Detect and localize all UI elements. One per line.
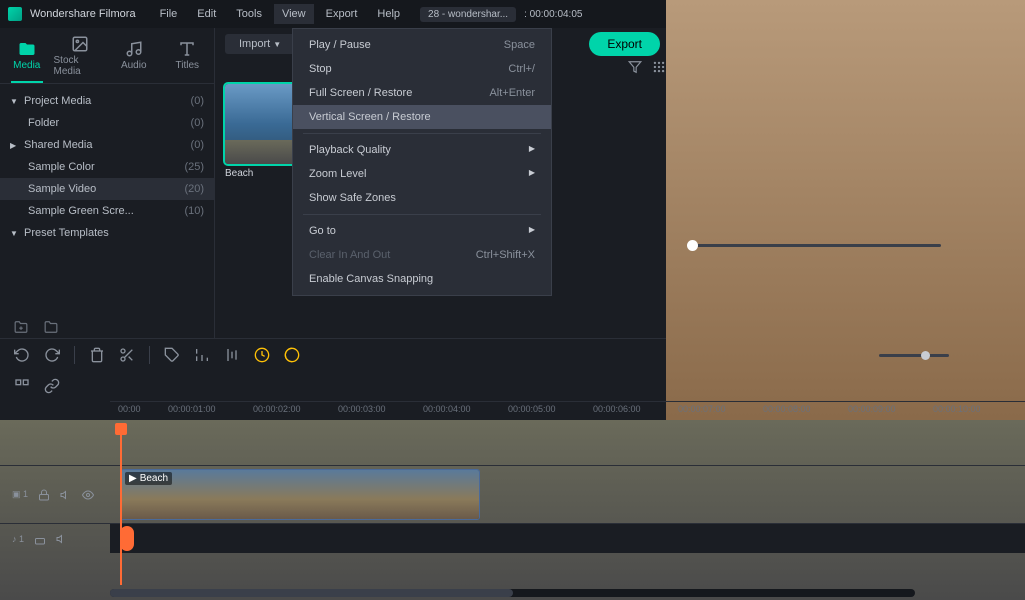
dd-safe-zones[interactable]: Show Safe Zones xyxy=(293,186,551,210)
filter-icon[interactable] xyxy=(628,60,642,74)
tab-titles[interactable]: Titles xyxy=(161,28,215,83)
tab-label: Stock Media xyxy=(54,55,108,77)
zoom-slider[interactable] xyxy=(879,354,949,357)
tab-label: Media xyxy=(13,60,40,71)
export-button[interactable]: Export xyxy=(589,32,660,56)
dd-clear-inout: Clear In And OutCtrl+Shift+X xyxy=(293,243,551,267)
project-name[interactable]: 28 - wondershar... xyxy=(420,7,516,22)
tab-label: Audio xyxy=(121,60,147,71)
left-panel: Media Stock Media Audio Titles ▼Project … xyxy=(0,28,215,338)
app-title: Wondershare Filmora xyxy=(30,8,136,20)
tab-audio[interactable]: Audio xyxy=(107,28,161,83)
lock-icon[interactable] xyxy=(38,489,50,501)
audio-marker[interactable] xyxy=(120,526,134,551)
tree-shared-media[interactable]: ▶Shared Media(0) xyxy=(0,134,214,156)
menu-export[interactable]: Export xyxy=(318,4,366,24)
project-timecode: : 00:00:04:05 xyxy=(524,9,582,20)
view-menu-dropdown: Play / PauseSpace StopCtrl+/ Full Screen… xyxy=(292,28,552,296)
dd-goto[interactable]: Go to▶ xyxy=(293,219,551,243)
menu-file[interactable]: File xyxy=(152,4,186,24)
link-icon[interactable] xyxy=(44,378,60,394)
dd-zoom-level[interactable]: Zoom Level▶ xyxy=(293,162,551,186)
dd-canvas-snapping[interactable]: Enable Canvas Snapping xyxy=(293,267,551,291)
folder-icon[interactable] xyxy=(44,320,58,334)
lock-icon[interactable] xyxy=(34,533,46,545)
eq-icon[interactable] xyxy=(224,347,240,363)
menu-help[interactable]: Help xyxy=(369,4,408,24)
dd-stop[interactable]: StopCtrl+/ xyxy=(293,57,551,81)
tree-sample-green[interactable]: Sample Green Scre...(10) xyxy=(0,200,214,222)
delete-icon[interactable] xyxy=(89,347,105,363)
audio-track-1: ♪ 1 xyxy=(0,523,1025,553)
grid-icon[interactable] xyxy=(652,60,666,74)
color-icon[interactable] xyxy=(284,347,300,363)
dd-playback-quality[interactable]: Playback Quality▶ xyxy=(293,138,551,162)
media-tree: ▼Project Media(0) Folder(0) ▶Shared Medi… xyxy=(0,84,214,250)
video-track-1: ▣ 1 ▶Beach xyxy=(0,465,1025,523)
preview-panel: { } 00:00:00:00 Full ▾ xyxy=(680,28,1025,338)
dd-play-pause[interactable]: Play / PauseSpace xyxy=(293,33,551,57)
tab-media[interactable]: Media xyxy=(0,28,54,83)
preview-scrubber[interactable] xyxy=(687,244,941,247)
timeline-ruler[interactable]: 00:00 00:00:01:00 00:00:02:00 00:00:03:0… xyxy=(110,401,1025,425)
clip-beach[interactable]: ▶Beach xyxy=(120,469,480,520)
dd-vertical-screen[interactable]: Vertical Screen / Restore xyxy=(293,105,551,129)
adjust-icon[interactable] xyxy=(194,347,210,363)
tab-stock-media[interactable]: Stock Media xyxy=(54,28,108,83)
dd-fullscreen[interactable]: Full Screen / RestoreAlt+Enter xyxy=(293,81,551,105)
mute-icon[interactable] xyxy=(60,489,72,501)
split-icon[interactable] xyxy=(119,347,135,363)
speed-icon[interactable] xyxy=(254,347,270,363)
redo-icon[interactable] xyxy=(44,347,60,363)
undo-icon[interactable] xyxy=(14,347,30,363)
marker-icon[interactable] xyxy=(164,347,180,363)
tree-project-media[interactable]: ▼Project Media(0) xyxy=(0,90,214,112)
menu-view[interactable]: View xyxy=(274,4,314,24)
new-folder-icon[interactable] xyxy=(14,320,28,334)
eye-icon[interactable] xyxy=(82,489,94,501)
tab-label: Titles xyxy=(175,60,199,71)
playhead[interactable] xyxy=(120,425,122,585)
timeline-scrollbar[interactable] xyxy=(110,589,915,597)
tree-sample-color[interactable]: Sample Color(25) xyxy=(0,156,214,178)
menu-tools[interactable]: Tools xyxy=(228,4,270,24)
tree-sample-video[interactable]: Sample Video(20) xyxy=(0,178,214,200)
import-button[interactable]: Import ▼ xyxy=(225,34,295,54)
preview-viewport[interactable] xyxy=(687,34,1019,229)
snap-icon[interactable] xyxy=(14,378,30,394)
menu-edit[interactable]: Edit xyxy=(189,4,224,24)
mute-icon[interactable] xyxy=(56,533,68,545)
tree-folder[interactable]: Folder(0) xyxy=(0,112,214,134)
tree-preset-templates[interactable]: ▼Preset Templates xyxy=(0,222,214,244)
app-logo-icon xyxy=(8,7,22,21)
